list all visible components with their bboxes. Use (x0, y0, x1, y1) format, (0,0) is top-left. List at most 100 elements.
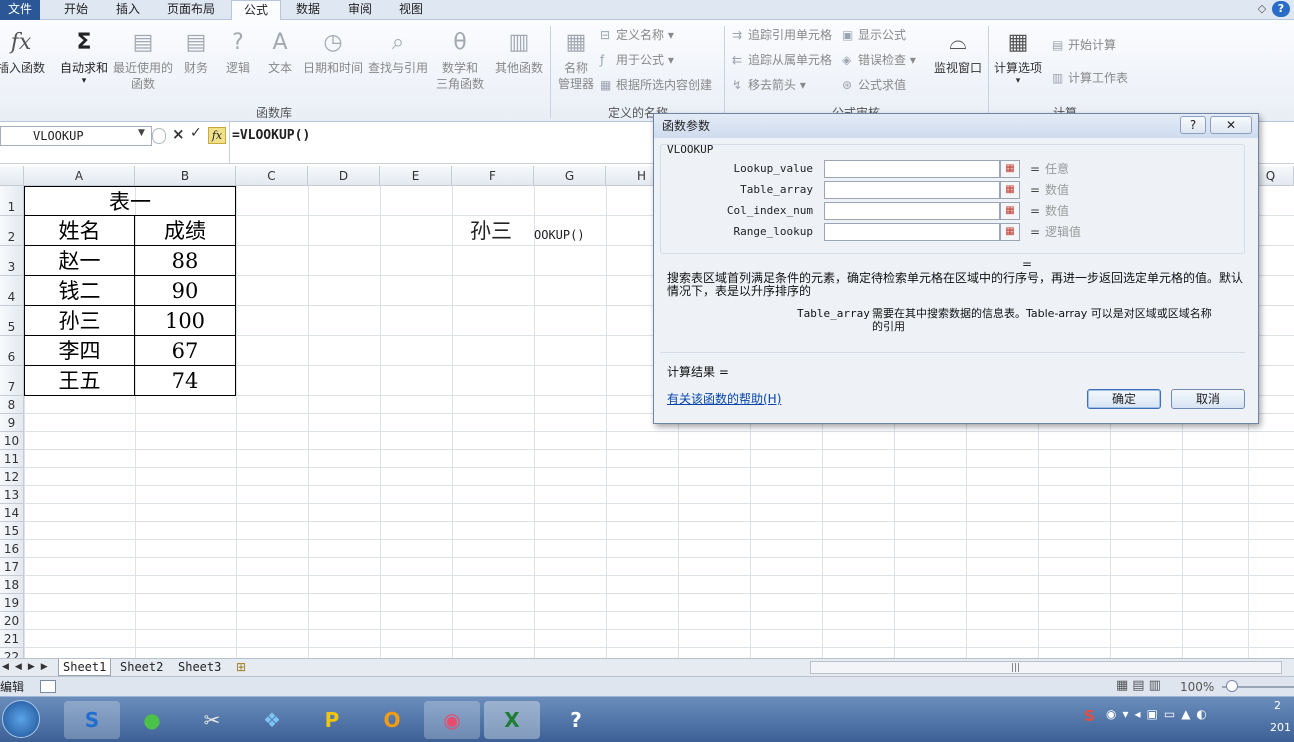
define-name-button[interactable]: ⊟ 定义名称 ▾ (600, 26, 674, 44)
row-header[interactable]: 2 (0, 216, 24, 246)
table-header-score[interactable]: 成绩 (135, 216, 236, 246)
calculate-sheet-button[interactable]: ▥ 计算工作表 (1052, 69, 1128, 87)
taskbar-scissors-icon[interactable]: ✂ (184, 701, 240, 739)
error-checking-button[interactable]: ◈ 错误检查 ▾ (842, 51, 916, 69)
name-box[interactable]: VLOOKUP (0, 126, 152, 146)
dialog-title-bar[interactable]: 函数参数 (654, 114, 1258, 138)
column-header[interactable]: A (24, 166, 135, 186)
watch-window-button[interactable]: ⌓ 监视窗口 (930, 28, 986, 76)
table-cell-name[interactable]: 钱二 (24, 276, 135, 306)
taskbar-pptv-icon[interactable]: P (304, 701, 360, 739)
tab-insert[interactable]: 插入 (104, 0, 152, 20)
sheet-tab-sheet3[interactable]: Sheet3 (174, 659, 225, 676)
column-header[interactable]: B (135, 166, 236, 186)
help-icon[interactable]: ? (1272, 1, 1290, 17)
insert-function-fx-icon[interactable]: fx (208, 127, 226, 144)
row-header[interactable]: 7 (0, 366, 24, 396)
row-header[interactable]: 6 (0, 336, 24, 366)
formula-input[interactable]: =VLOOKUP() (232, 126, 310, 146)
recent-functions-button[interactable]: ▤ 最近使用的 函数 (112, 28, 174, 92)
math-trig-button[interactable]: θ 数学和 三角函数 (432, 28, 488, 92)
row-header[interactable]: 20 (0, 612, 24, 630)
table-cell-name[interactable]: 孙三 (24, 306, 135, 336)
ribbon-minimize-icon[interactable]: ◇ (1252, 0, 1272, 18)
row-header[interactable]: 21 (0, 630, 24, 648)
trace-dependents-button[interactable]: ⇇ 追踪从属单元格 (732, 51, 832, 69)
column-header[interactable]: E (380, 166, 452, 186)
select-all-corner[interactable] (0, 166, 24, 186)
evaluate-formula-button[interactable]: ⊛ 公式求值 (842, 76, 906, 94)
range-picker-icon[interactable]: ▦ (1000, 160, 1020, 178)
column-header[interactable]: F (452, 166, 534, 186)
tab-home[interactable]: 开始 (52, 0, 100, 20)
dialog-help-button[interactable]: ? (1180, 116, 1206, 134)
tab-view[interactable]: 视图 (389, 0, 433, 20)
taskbar-sogou-icon[interactable]: S (64, 701, 120, 739)
trace-precedents-button[interactable]: ⇉ 追踪引用单元格 (732, 26, 832, 44)
taskbar-help-icon[interactable]: ? (548, 701, 604, 739)
more-functions-button[interactable]: ▥ 其他函数 (492, 28, 546, 76)
range-picker-icon[interactable]: ▦ (1000, 181, 1020, 199)
text-button[interactable]: A 文本 (262, 28, 298, 76)
row-header[interactable]: 12 (0, 468, 24, 486)
table-cell-score[interactable]: 90 (135, 276, 236, 306)
cell-g2[interactable]: OOKUP() (534, 228, 585, 242)
use-in-formula-button[interactable]: ƒ 用于公式 ▾ (600, 51, 674, 69)
row-header[interactable]: 19 (0, 594, 24, 612)
ok-button[interactable]: 确定 (1087, 389, 1161, 409)
financial-button[interactable]: ▤ 财务 (178, 28, 214, 76)
taskbar-excel-icon[interactable]: X (484, 701, 540, 739)
function-help-link[interactable]: 有关该函数的帮助(H) (667, 393, 781, 406)
sheet-tab-sheet2[interactable]: Sheet2 (116, 659, 167, 676)
table-cell-score[interactable]: 74 (135, 366, 236, 396)
resize-handle[interactable] (152, 128, 166, 144)
dialog-close-button[interactable]: ✕ (1210, 116, 1252, 134)
table-cell-name[interactable]: 王五 (24, 366, 135, 396)
row-header[interactable]: 3 (0, 246, 24, 276)
calc-options-button[interactable]: ▦ 计算选项 ▾ (992, 28, 1044, 86)
argument-input[interactable] (824, 181, 1000, 199)
calculate-now-button[interactable]: ▤ 开始计算 (1052, 36, 1116, 54)
table-cell-name[interactable]: 赵一 (24, 246, 135, 276)
zoom-slider-thumb[interactable] (1226, 680, 1238, 692)
column-header[interactable]: D (308, 166, 380, 186)
column-header[interactable]: G (534, 166, 606, 186)
table-cell-score[interactable]: 67 (135, 336, 236, 366)
row-header[interactable]: 15 (0, 522, 24, 540)
argument-input[interactable] (824, 202, 1000, 220)
table-title[interactable]: 表一 (24, 186, 236, 216)
name-box-dropdown-icon[interactable]: ▼ (138, 128, 145, 138)
tray-ime-icon[interactable]: S (1084, 707, 1095, 725)
start-button[interactable] (2, 700, 40, 738)
taskbar-recorder-icon[interactable]: ◉ (424, 701, 480, 739)
range-picker-icon[interactable]: ▦ (1000, 223, 1020, 241)
cancel-entry-icon[interactable]: × (172, 125, 185, 143)
logical-button[interactable]: ? 逻辑 (220, 28, 256, 76)
create-from-selection-button[interactable]: ▦ 根据所选内容创建 (600, 76, 712, 94)
row-header[interactable]: 1 (0, 186, 24, 216)
row-header[interactable]: 10 (0, 432, 24, 450)
tab-review[interactable]: 审阅 (338, 0, 382, 20)
insert-function-button[interactable]: fx 插入函数 (0, 28, 48, 76)
cell-f2[interactable]: 孙三 (470, 218, 512, 244)
sheet-nav-arrows-icon[interactable]: ◀◀▶▶ (2, 659, 54, 676)
row-header[interactable]: 17 (0, 558, 24, 576)
autosum-button[interactable]: Σ 自动求和 ▾ (58, 28, 110, 86)
argument-input[interactable] (824, 223, 1000, 241)
table-header-name[interactable]: 姓名 (24, 216, 135, 246)
taskbar-cloud-icon[interactable]: ❖ (244, 701, 300, 739)
tab-data[interactable]: 数据 (286, 0, 330, 20)
confirm-entry-icon[interactable]: ✓ (190, 125, 202, 141)
table-cell-score[interactable]: 100 (135, 306, 236, 336)
sheet-tab-sheet1[interactable]: Sheet1 (58, 659, 112, 676)
lookup-reference-button[interactable]: ⌕ 查找与引用 (366, 28, 430, 76)
row-header[interactable]: 5 (0, 306, 24, 336)
row-header[interactable]: 16 (0, 540, 24, 558)
show-formulas-button[interactable]: ▣ 显示公式 (842, 26, 906, 44)
row-header[interactable]: 8 (0, 396, 24, 414)
table-cell-name[interactable]: 李四 (24, 336, 135, 366)
table-cell-score[interactable]: 88 (135, 246, 236, 276)
argument-input[interactable] (824, 160, 1000, 178)
view-mode-icons[interactable]: ▦▤▥ (1116, 678, 1165, 693)
tab-page-layout[interactable]: 页面布局 (158, 0, 224, 20)
